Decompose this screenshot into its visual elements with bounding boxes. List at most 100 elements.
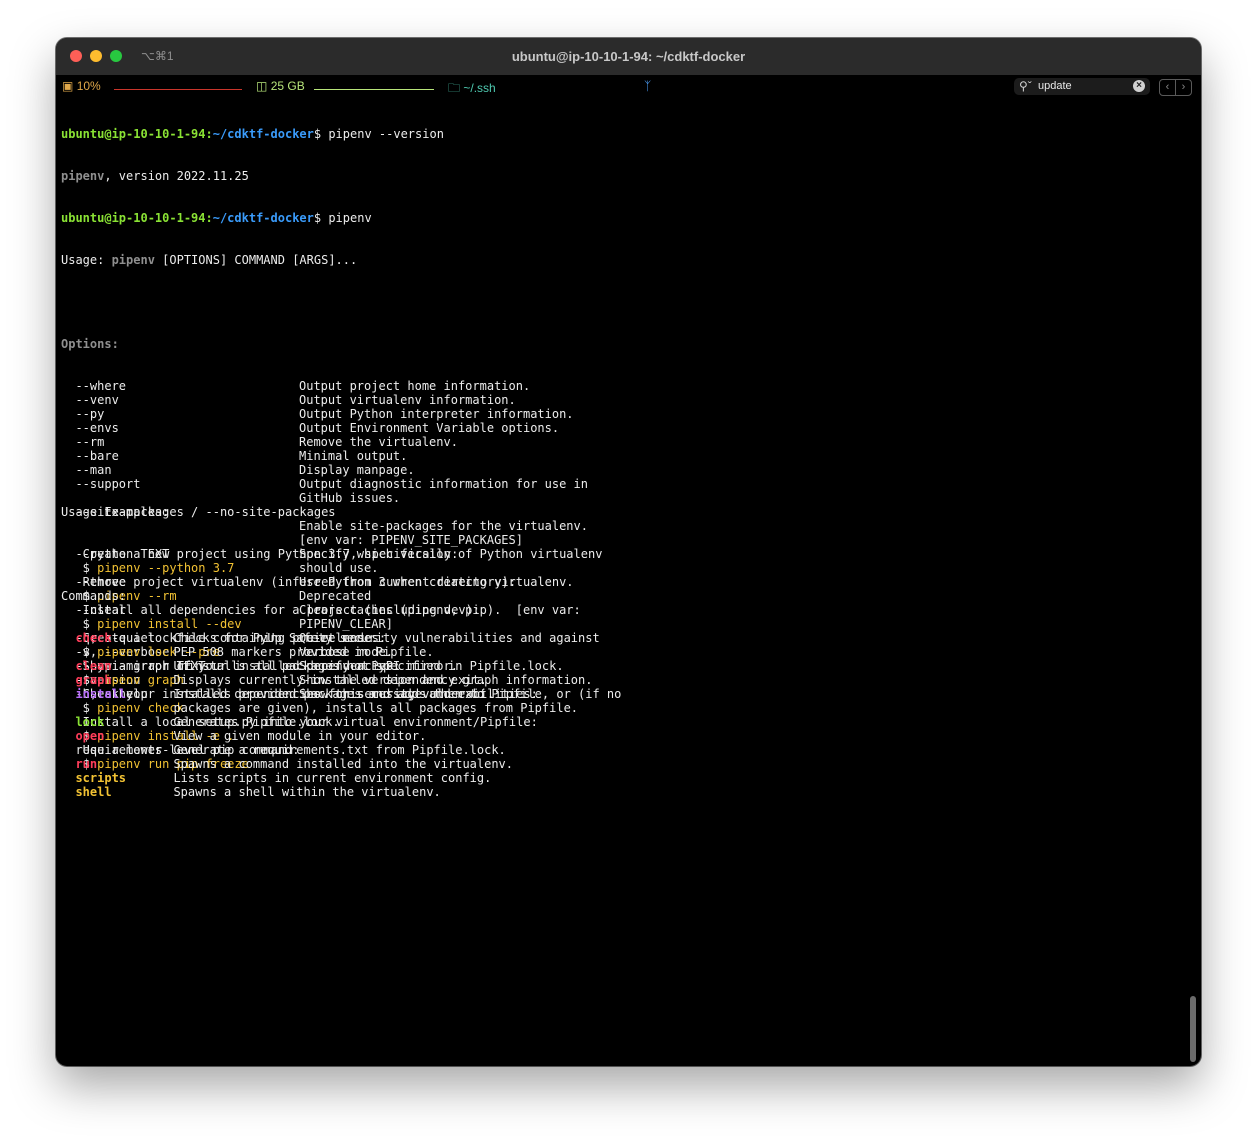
command-description: Displays currently-installed dependency … [173, 673, 593, 687]
command-description: Spawns a command installed into the virt… [173, 757, 514, 771]
prompt-line: ubuntu@ip-10-10-1-94:~/cdktf-docker$ pip… [61, 127, 444, 141]
command-row: install Installs provided packages and ad… [61, 687, 621, 701]
example-dollar: $ [61, 617, 98, 631]
terminal-output[interactable]: ubuntu@ip-10-10-1-94:~/cdktf-docker$ pip… [61, 99, 621, 799]
option-description: Output virtualenv information. [299, 393, 516, 407]
disk-status: ◫ 25 GB [256, 79, 305, 93]
option-description: Enable site-packages for the virtualenv. [299, 519, 588, 533]
option-description: Output diagnostic information for use in [299, 477, 588, 491]
version-line: pipenv, version 2022.11.25 [61, 169, 249, 183]
command-description: Lists scripts in current environment con… [173, 771, 492, 785]
command-description: packages are given), installs all packag… [173, 701, 579, 715]
option-row: --py Output Python interpreter informatio… [61, 407, 621, 421]
example-command: pipenv install --dev [97, 617, 242, 631]
usage-line: Usage: pipenv [OPTIONS] COMMAND [ARGS]..… [61, 253, 358, 267]
directory-status[interactable]: 🗀 ~/.ssh [448, 79, 496, 100]
cpu-sparkline [114, 89, 242, 90]
command-description: Generate a requirements.txt from Pipfile… [173, 743, 506, 757]
command-description: Generates Pipfile.lock. [173, 715, 340, 729]
command-row: check Checks for PyUp Safety security vul… [61, 631, 621, 645]
option-row: --support Output diagnostic information f… [61, 477, 621, 491]
directory-value: ~/.ssh [463, 81, 496, 95]
command-name: run [75, 757, 98, 771]
command-name: scripts [75, 771, 127, 785]
option-flag: --where [61, 379, 127, 393]
folder-icon: 🗀 [448, 81, 461, 95]
option-description: GitHub issues. [299, 491, 401, 505]
command-row: PEP 508 markers provided in Pipfile. [61, 645, 621, 659]
search-input[interactable] [1038, 79, 1128, 93]
command-name: check [75, 631, 112, 645]
command-text: pipenv --version [321, 127, 444, 141]
option-description: Remove the virtualenv. [299, 435, 458, 449]
command-row: requirements Generate a requirements.txt … [61, 743, 621, 757]
prompt-line: ubuntu@ip-10-10-1-94:~/cdktf-docker$ pip… [61, 211, 372, 225]
option-description: Minimal output. [299, 449, 408, 463]
option-description: Output Python interpreter information. [299, 407, 574, 421]
command-row: clean Uninstalls all packages not specifi… [61, 659, 621, 673]
cpu-value: 10% [76, 79, 101, 93]
option-flag: --rm [61, 435, 105, 449]
command-description: View a given module in your editor. [173, 729, 427, 743]
git-branch-icon[interactable]: ᛉ [644, 79, 651, 93]
command-name: clean [75, 659, 112, 673]
command-row: scripts Lists scripts in current environm… [61, 771, 621, 785]
command-description: Checks for PyUp Safety security vulnerab… [173, 631, 600, 645]
command-name: lock [75, 715, 105, 729]
command-description: Installs provided packages and adds them… [173, 687, 622, 701]
option-row: --envs Output Environment Variable option… [61, 421, 621, 435]
search-icon[interactable]: ⚲ˇ [1019, 79, 1032, 93]
option-description: Display manpage. [299, 463, 415, 477]
previous-match-icon[interactable]: ‹ [1160, 80, 1176, 95]
clear-search-icon[interactable]: × [1133, 80, 1145, 92]
option-row: --bare Minimal output. [61, 449, 621, 463]
command-description: PEP 508 markers provided in Pipfile. [173, 645, 434, 659]
next-match-icon[interactable]: › [1176, 80, 1191, 95]
option-row: --rm Remove the virtualenv. [61, 435, 621, 449]
example-dollar: $ [61, 561, 98, 575]
option-row: --where Output project home information. [61, 379, 621, 393]
example-command: pipenv --python 3.7 [97, 561, 235, 575]
option-row: GitHub issues. [61, 491, 621, 505]
cpu-status: ▣ 10% [62, 79, 101, 93]
option-description: [env var: PIPENV_SITE_PACKAGES] [299, 533, 523, 547]
terminal-window: ⌥⌘1 ubuntu@ip-10-10-1-94: ~/cdktf-docker… [56, 38, 1201, 1066]
title-bar: ⌥⌘1 ubuntu@ip-10-10-1-94: ~/cdktf-docker [56, 38, 1201, 76]
option-flag: --venv [61, 393, 119, 407]
disk-icon: ◫ [256, 79, 268, 93]
command-name: open [75, 729, 105, 743]
scrollbar[interactable] [1190, 996, 1196, 1062]
command-name: shell [75, 785, 112, 799]
command-description: Uninstalls all packages not specified in… [173, 659, 564, 673]
options-header: Options: [61, 337, 119, 351]
command-name: requirements [75, 743, 163, 757]
command-row: run Spawns a command installed into the v… [61, 757, 621, 771]
option-description: Deprecated [299, 589, 372, 603]
cpu-icon: ▣ [62, 79, 74, 93]
disk-sparkline [314, 89, 434, 90]
disk-value: 25 GB [270, 79, 305, 93]
option-description: should use. [299, 561, 379, 575]
option-description: Output project home information. [299, 379, 531, 393]
option-flag: --py [61, 407, 105, 421]
command-name: install [75, 687, 127, 701]
option-flag: --envs [61, 421, 119, 435]
command-row: packages are given), installs all packag… [61, 701, 621, 715]
option-flag: --man [61, 463, 112, 477]
command-row: shell Spawns a shell within the virtualen… [61, 785, 621, 799]
find-bar: ⚲ˇ × [1014, 78, 1150, 95]
option-flag: --bare [61, 449, 119, 463]
command-row: graph Displays currently-installed depend… [61, 673, 621, 687]
option-row: --venv Output virtualenv information. [61, 393, 621, 407]
command-text: pipenv [321, 211, 372, 225]
option-description: PIPENV_CLEAR] [299, 617, 393, 631]
window-title: ubuntu@ip-10-10-1-94: ~/cdktf-docker [511, 49, 746, 64]
command-description: Spawns a shell within the virtualenv. [173, 785, 441, 799]
command-name: graph [75, 673, 112, 687]
examples-header: Usage Examples: [61, 505, 170, 519]
option-row: [env var: PIPENV_SITE_PACKAGES] [61, 533, 621, 547]
option-flag: --support [61, 477, 141, 491]
command-row: open View a given module in your editor. [61, 729, 621, 743]
search-navigation: ‹ › [1159, 79, 1192, 96]
